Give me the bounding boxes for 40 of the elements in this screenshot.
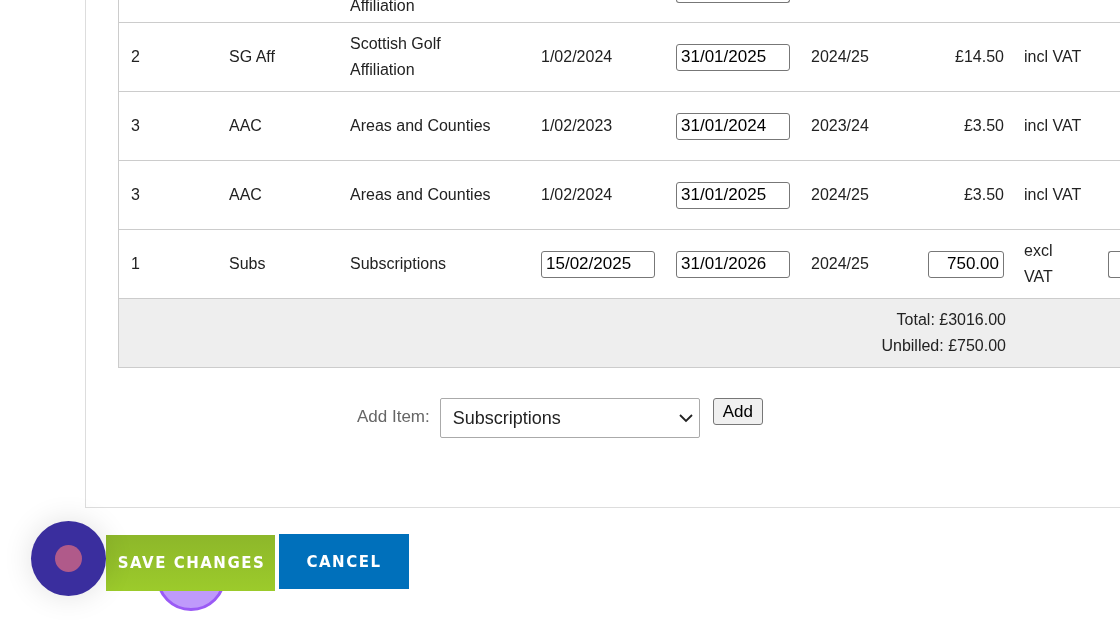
item-description: Affiliation [349,0,416,16]
start-date: 1/02/2024 [541,48,613,65]
billing-period: 2023/24 [810,116,870,136]
end-date-field[interactable]: 31/01/2025 [676,181,790,209]
item-description: Subscriptions [349,254,448,274]
item-number: 3 [130,116,141,136]
billing-period: 2024/25 [810,185,870,205]
start-date: 1/02/2024 [541,186,613,203]
item-description: Areas and Counties [349,116,492,136]
unbilled-amount: Unbilled: £750.00 [881,336,1006,356]
item-code: SG Aff [228,47,276,67]
item-select[interactable]: Subscriptions [439,398,700,438]
vat-status: excl VAT [1024,241,1054,287]
item-number: 2 [130,47,141,67]
add-button[interactable]: Add [712,398,763,425]
start-date-field[interactable]: 15/02/2025 [541,250,655,278]
vat-status: incl VAT [1024,116,1083,136]
amount: £3.50 [963,117,1004,134]
cancel-button[interactable]: CANCEL [279,534,409,589]
item-description: Scottish Golf Affiliation [349,34,442,80]
end-date-field[interactable]: 31/01/2026 [676,250,790,278]
item-code: Subs [228,254,267,274]
chevron-down-icon [678,413,693,423]
end-date-field[interactable]: 31/01/2024 [676,112,790,140]
amount: £3.50 [963,186,1004,203]
item-code: AAC [228,185,263,205]
billing-period: 2024/25 [810,254,870,274]
total-amount: Total: £3016.00 [896,310,1006,330]
vat-status: incl VAT [1024,47,1083,67]
vat-status: incl VAT [1024,185,1083,205]
add-item-label: Add Item: [357,407,430,427]
item-number: 3 [130,185,141,205]
end-date-field[interactable]: 31/01/2025 [676,43,790,71]
start-date: 1/02/2023 [541,117,613,134]
amount: £14.50 [955,48,1004,65]
item-description: Areas and Counties [349,185,492,205]
amount-field[interactable]: 750.00 [928,250,1004,278]
item-number: 1 [130,254,141,274]
billing-period: 2024/25 [810,47,870,67]
item-code: AAC [228,116,263,136]
